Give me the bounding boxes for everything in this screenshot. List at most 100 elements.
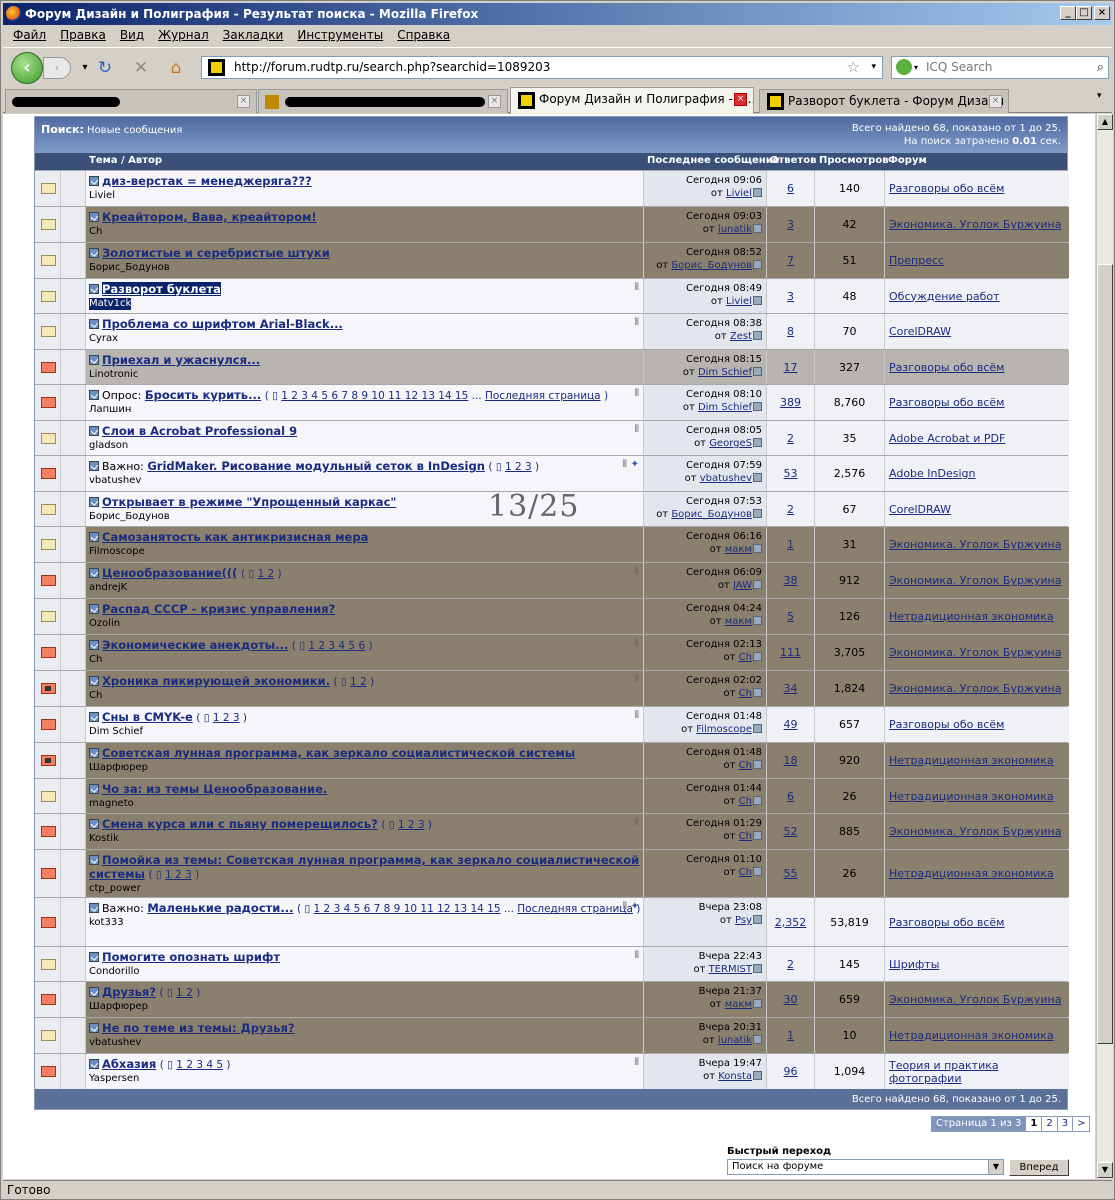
go-to-last-post-icon[interactable]: [753, 1071, 762, 1080]
go-to-new-icon[interactable]: [89, 568, 99, 578]
forum-link[interactable]: Экономика. Уголок Буржуина: [889, 993, 1061, 1006]
last-post-author-link[interactable]: GeorgeS: [709, 438, 752, 449]
go-to-last-post-icon[interactable]: [753, 999, 762, 1008]
topic-title-link[interactable]: Распад СССР - кризис управления?: [102, 602, 335, 616]
go-to-last-post-icon[interactable]: [753, 331, 762, 340]
page-links[interactable]: 1 2: [350, 676, 367, 688]
topic-title-link[interactable]: Открывает в режиме "Упрощенный каркас": [102, 495, 396, 509]
go-to-last-post-icon[interactable]: [753, 616, 762, 625]
tab-close-icon[interactable]: ×: [488, 95, 501, 108]
forum-link[interactable]: Разговоры обо всём: [889, 718, 1004, 731]
replies-link[interactable]: 18: [784, 754, 798, 767]
go-to-new-icon[interactable]: [89, 1023, 99, 1033]
replies-link[interactable]: 52: [784, 825, 798, 838]
bookmark-star-icon[interactable]: ☆: [847, 57, 860, 78]
go-to-new-icon[interactable]: [89, 461, 99, 471]
go-to-new-icon[interactable]: [89, 390, 99, 400]
go-to-new-icon[interactable]: [89, 176, 99, 186]
menu-item[interactable]: Файл: [13, 28, 46, 42]
forum-link[interactable]: Нетрадиционная экономика: [889, 867, 1054, 880]
go-to-last-post-icon[interactable]: [753, 473, 762, 482]
go-to-new-icon[interactable]: [89, 855, 99, 865]
go-to-last-post-icon[interactable]: [753, 260, 762, 269]
go-to-last-post-icon[interactable]: [753, 509, 762, 518]
replies-link[interactable]: 17: [784, 361, 798, 374]
menu-item[interactable]: Инструменты: [297, 28, 383, 42]
go-to-last-post-icon[interactable]: [753, 915, 762, 924]
forum-link[interactable]: Препресс: [889, 254, 944, 267]
forum-link[interactable]: Экономика. Уголок Буржуина: [889, 646, 1061, 659]
replies-link[interactable]: 2,352: [775, 916, 807, 929]
topic-title-link[interactable]: Друзья?: [102, 985, 156, 999]
last-post-author-link[interactable]: Ch: [739, 688, 752, 699]
last-page-link[interactable]: Последняя страница: [485, 390, 601, 402]
tab-4[interactable]: Разворот буклета - Форум Дизайн и ... ×: [759, 89, 1009, 113]
go-to-last-post-icon[interactable]: [753, 438, 762, 447]
forum-link[interactable]: Adobe Acrobat и PDF: [889, 432, 1005, 445]
replies-link[interactable]: 38: [784, 574, 798, 587]
go-to-new-icon[interactable]: [89, 748, 99, 758]
go-to-new-icon[interactable]: [89, 355, 99, 365]
topic-title-link[interactable]: Разворот буклета: [102, 282, 221, 296]
topic-title-link[interactable]: Приехал и ужаснулся...: [102, 353, 260, 367]
go-to-new-icon[interactable]: [89, 640, 99, 650]
topic-title-link[interactable]: Самозанятость как антикризисная мера: [102, 530, 368, 544]
last-post-author-link[interactable]: Борис_Бодунов: [671, 260, 752, 271]
page-3[interactable]: 3: [1056, 1117, 1073, 1131]
forum-link[interactable]: Разговоры обо всём: [889, 361, 1004, 374]
go-to-new-icon[interactable]: [89, 284, 99, 294]
topic-title-link[interactable]: Помогите опознать шрифт: [102, 950, 280, 964]
topic-title-link[interactable]: Не по теме из темы: Друзья?: [102, 1021, 295, 1035]
tab-close-icon[interactable]: ×: [237, 95, 250, 108]
menu-item[interactable]: Закладки: [223, 28, 284, 42]
replies-link[interactable]: 7: [787, 254, 794, 267]
vertical-scrollbar[interactable]: ▲ ▼: [1096, 114, 1113, 1179]
replies-link[interactable]: 111: [780, 646, 801, 659]
scroll-down-icon[interactable]: ▼: [1097, 1162, 1113, 1178]
topic-title-link[interactable]: Слои в Acrobat Professional 9: [102, 424, 297, 438]
scroll-thumb[interactable]: [1097, 264, 1113, 1044]
go-to-last-post-icon[interactable]: [753, 688, 762, 697]
go-to-new-icon[interactable]: [89, 676, 99, 686]
go-to-last-post-icon[interactable]: [753, 296, 762, 305]
topic-title-link[interactable]: диз-верстак = менеджеряга???: [102, 174, 312, 188]
go-to-new-icon[interactable]: [89, 497, 99, 507]
page-links[interactable]: 1 2 3 4 5 6 7 8 9 10 11 12 13 14 15: [314, 903, 501, 915]
go-to-last-post-icon[interactable]: [753, 544, 762, 553]
topic-title-link[interactable]: Ценообразование(((: [102, 566, 237, 580]
forum-link[interactable]: CorelDRAW: [889, 503, 951, 516]
go-to-new-icon[interactable]: [89, 819, 99, 829]
last-post-author-link[interactable]: Ch: [739, 831, 752, 842]
last-page-link[interactable]: Последняя страница: [517, 903, 633, 915]
tab-close-icon[interactable]: ×: [734, 93, 747, 106]
page-links[interactable]: 1 2 3: [505, 461, 532, 473]
menu-item[interactable]: Справка: [397, 28, 450, 42]
page-links[interactable]: 1 2 3 4 5: [176, 1059, 223, 1071]
go-to-new-icon[interactable]: [89, 952, 99, 962]
replies-link[interactable]: 1: [787, 538, 794, 551]
forum-link[interactable]: Нетрадиционная экономика: [889, 754, 1054, 767]
go-to-new-icon[interactable]: [89, 604, 99, 614]
topic-title-link[interactable]: Проблема со шрифтом Arial-Black...: [102, 317, 343, 331]
last-post-author-link[interactable]: макм: [725, 544, 752, 555]
forum-link[interactable]: Экономика. Уголок Буржуина: [889, 825, 1061, 838]
last-post-author-link[interactable]: Filmoscope: [696, 724, 752, 735]
replies-link[interactable]: 53: [784, 467, 798, 480]
tab-close-icon[interactable]: ×: [989, 95, 1002, 108]
go-to-last-post-icon[interactable]: [753, 964, 762, 973]
last-post-author-link[interactable]: Liviel: [726, 296, 752, 307]
forum-link[interactable]: CorelDRAW: [889, 325, 951, 338]
forum-link[interactable]: Экономика. Уголок Буржуина: [889, 538, 1061, 551]
replies-link[interactable]: 2: [787, 432, 794, 445]
close-icon[interactable]: ×: [1094, 6, 1110, 20]
forward-button[interactable]: ›: [43, 57, 71, 79]
replies-link[interactable]: 3: [787, 218, 794, 231]
tab-1[interactable]: ×: [5, 89, 257, 113]
forum-link[interactable]: Экономика. Уголок Буржуина: [889, 574, 1061, 587]
page-2[interactable]: 2: [1041, 1117, 1057, 1131]
tab-3[interactable]: Форум Дизайн и Полиграфия - Р... ×: [510, 87, 754, 114]
url-bar[interactable]: http://forum.rudtp.ru/search.php?searchi…: [201, 56, 883, 79]
last-post-author-link[interactable]: Ch: [739, 867, 752, 878]
replies-link[interactable]: 6: [787, 790, 794, 803]
topic-title-link[interactable]: Маленькие радости...: [147, 901, 293, 915]
